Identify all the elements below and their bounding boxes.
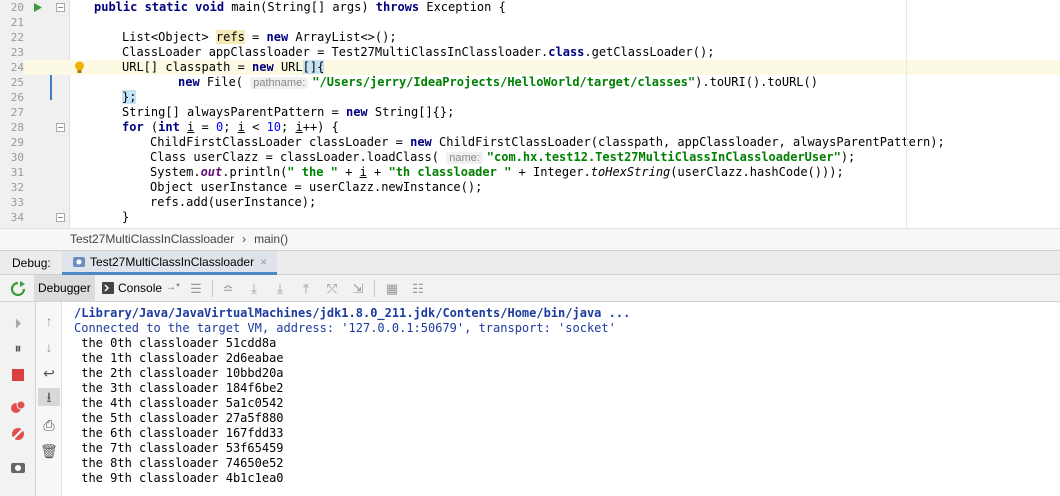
menu-icon[interactable]: ☰ xyxy=(188,281,204,297)
down-arrow-icon[interactable]: ↓ xyxy=(40,338,58,356)
line-number: 26 xyxy=(10,91,24,104)
trace-icon[interactable]: ☷ xyxy=(410,281,426,297)
debug-session-icon xyxy=(73,256,85,267)
breadcrumb: Test27MultiClassInClassloader › main() xyxy=(0,228,1060,250)
print-icon[interactable]: ⎙ xyxy=(40,416,58,434)
tab-debugger[interactable]: Debugger xyxy=(34,275,95,301)
view-breakpoints-icon[interactable] xyxy=(10,400,26,414)
console-line[interactable]: /Library/Java/JavaVirtualMachines/jdk1.8… xyxy=(62,306,1060,321)
step-over-icon[interactable]: ⤓ xyxy=(246,281,262,297)
line-number: 21 xyxy=(10,16,24,29)
line-number: 29 xyxy=(10,136,24,149)
line-number: 28 xyxy=(10,121,24,134)
console-side-toolbar: ↑ ↓ ↩ ⭳ ⎙ 🗑 xyxy=(36,302,62,496)
console-line: the 6th classloader 167fdd33 xyxy=(74,426,284,440)
toolbar-divider xyxy=(212,280,213,297)
code-line: Object userInstance = userClazz.newInsta… xyxy=(150,180,483,194)
breadcrumb-method[interactable]: main() xyxy=(254,232,288,246)
code-line: ChildFirstClassLoader classLoader = new … xyxy=(150,135,945,149)
tab-console-label: Console xyxy=(118,281,163,295)
code-line: System.out.println(" the " + i + "th cla… xyxy=(150,165,844,179)
up-arrow-icon[interactable]: ↑ xyxy=(40,312,58,330)
tab-console-suffix: →* xyxy=(166,282,180,293)
code-line: URL[] classpath = new URL[]{ xyxy=(122,60,325,74)
code-line: refs.add(userInstance); xyxy=(150,195,317,209)
debug-label: Debug: xyxy=(12,256,51,270)
breadcrumb-separator: › xyxy=(242,232,247,246)
resume-icon[interactable]: ⏵ xyxy=(9,314,27,332)
stop-icon[interactable] xyxy=(12,369,24,381)
console-line: the 8th classloader 74650e52 xyxy=(74,456,284,470)
close-icon[interactable]: × xyxy=(260,250,267,274)
drop-frame-icon[interactable]: ⤲ xyxy=(324,281,340,297)
right-margin-guide xyxy=(906,0,907,228)
console-icon xyxy=(102,282,114,294)
line-number: 24 xyxy=(10,61,24,74)
line-number: 32 xyxy=(10,181,24,194)
trash-icon[interactable]: 🗑 xyxy=(40,442,58,460)
line-number: 27 xyxy=(10,106,24,119)
breadcrumb-class[interactable]: Test27MultiClassInClassloader xyxy=(70,232,234,246)
tab-debugger-label: Debugger xyxy=(38,281,91,295)
fold-icon[interactable] xyxy=(56,123,65,132)
tab-console[interactable]: Console →* xyxy=(98,275,184,301)
mute-breakpoints-icon[interactable] xyxy=(11,427,25,441)
code-editor[interactable]: 20 21 22 23 24 25 26 27 28 29 30 31 32 3… xyxy=(0,0,1060,228)
code-line: } xyxy=(122,210,130,224)
code-line: for (int i = 0; i < 10; i++) { xyxy=(122,120,339,134)
line-number: 25 xyxy=(10,76,24,89)
console-line: the 9th classloader 4b1c1ea0 xyxy=(74,471,284,485)
console-line: the 7th classloader 53f65459 xyxy=(74,441,284,455)
scroll-to-end-icon[interactable]: ⭳ xyxy=(38,388,60,406)
editor-gutter[interactable]: 20 21 22 23 24 25 26 27 28 29 30 31 32 3… xyxy=(0,0,70,228)
line-number: 34 xyxy=(10,211,24,224)
show-execution-point-icon[interactable]: ≏ xyxy=(220,281,236,297)
console-line: the 4th classloader 5a1c0542 xyxy=(74,396,284,410)
console-line: the 1th classloader 2d6eabae xyxy=(74,351,284,365)
line-number: 30 xyxy=(10,151,24,164)
code-line: public static void main(String[] args) t… xyxy=(94,0,506,14)
console-line: the 0th classloader 51cdd8a xyxy=(74,336,277,350)
debug-tab-title: Test27MultiClassInClassloader xyxy=(90,254,255,269)
toolbar-divider xyxy=(374,280,375,297)
code-line: Class userClazz = classLoader.loadClass(… xyxy=(150,150,856,164)
fold-icon[interactable] xyxy=(56,213,65,222)
line-number: 23 xyxy=(10,46,24,59)
step-out-icon[interactable]: ⤒ xyxy=(298,281,314,297)
line-number: 20 xyxy=(10,1,24,14)
run-gutter-icon[interactable] xyxy=(33,2,43,13)
debug-session-tab[interactable]: Test27MultiClassInClassloader × xyxy=(62,250,278,275)
code-line: new File( pathname: "/Users/jerry/IdeaPro… xyxy=(178,75,818,89)
soft-wrap-icon[interactable]: ↩ xyxy=(40,364,58,382)
fold-icon[interactable] xyxy=(56,3,65,12)
line-number: 31 xyxy=(10,166,24,179)
debug-tool-window-header: Debug: Test27MultiClassInClassloader × xyxy=(0,250,1060,275)
run-to-cursor-icon[interactable]: ⇲ xyxy=(350,281,366,297)
console-line: Connected to the target VM, address: '12… xyxy=(74,321,616,335)
console-line: the 5th classloader 27a5f880 xyxy=(74,411,284,425)
step-into-icon[interactable]: ⤓ xyxy=(272,281,288,297)
code-line: String[] alwaysParentPattern = new Strin… xyxy=(122,105,455,119)
debug-side-toolbar: ⏵ ⏸ xyxy=(0,302,36,496)
evaluate-icon[interactable]: ▦ xyxy=(384,281,400,297)
rerun-icon[interactable] xyxy=(10,281,26,297)
code-line: ClassLoader appClassloader = Test27Multi… xyxy=(122,45,715,59)
console-line: the 3th classloader 184f6be2 xyxy=(74,381,284,395)
camera-icon[interactable] xyxy=(11,461,25,473)
console-line: the 2th classloader 10bbd20a xyxy=(74,366,284,380)
line-number: 22 xyxy=(10,31,24,44)
console-output[interactable]: /Library/Java/JavaVirtualMachines/jdk1.8… xyxy=(62,302,1060,496)
debug-toolbar: Debugger Console →* ☰ ≏ ⤓ ⤓ ⤒ ⤲ ⇲ ▦ ☷ xyxy=(0,275,1060,302)
line-number: 33 xyxy=(10,196,24,209)
code-line: List<Object> refs = new ArrayList<>(); xyxy=(122,30,397,44)
code-line: }; xyxy=(122,90,137,104)
pause-icon[interactable]: ⏸ xyxy=(9,339,27,357)
